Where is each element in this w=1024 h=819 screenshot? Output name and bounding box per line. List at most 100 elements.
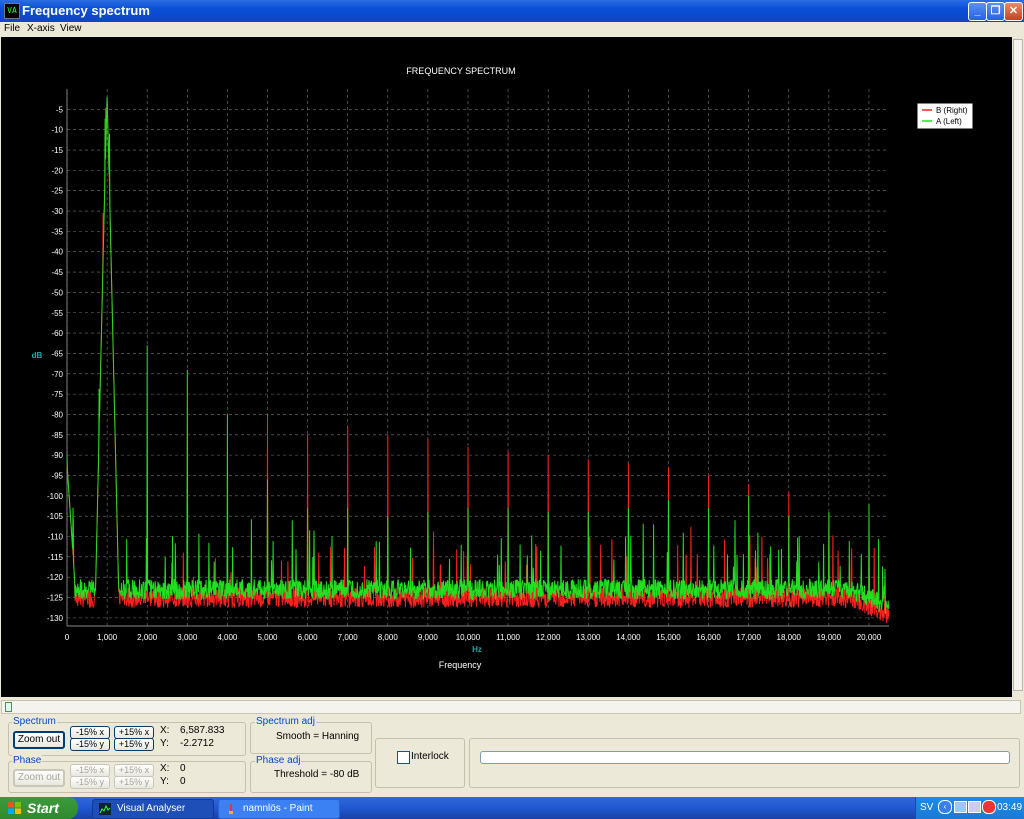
y-tick-label: -80 — [51, 410, 63, 419]
y-tick-label: -85 — [51, 431, 63, 440]
x-tick-label: 12,000 — [536, 633, 561, 642]
taskbar-item-label: namnlös - Paint — [243, 803, 313, 814]
taskbar-item-label: Visual Analyser — [117, 803, 186, 814]
y-tick-label: -35 — [51, 227, 63, 236]
phase-x-label: X: — [160, 763, 170, 774]
y-tick-label: -70 — [51, 370, 63, 379]
taskbar-paint[interactable]: namnlös - Paint — [218, 799, 340, 819]
y-tick-label: -15 — [51, 146, 63, 155]
language-indicator[interactable]: SV — [920, 802, 933, 813]
y-unit-label: dB — [32, 351, 43, 360]
menu-bar: File X-axis View — [0, 22, 1024, 36]
y-tick-label: -95 — [51, 471, 63, 480]
interlock-group — [375, 738, 465, 788]
minimize-button[interactable]: _ — [968, 2, 987, 21]
interlock-checkbox[interactable] — [397, 751, 410, 764]
horizontal-scrollbar[interactable] — [1, 700, 1021, 714]
phase-y-value: 0 — [180, 776, 186, 787]
close-button[interactable]: ✕ — [1004, 2, 1023, 21]
menu-file[interactable]: File — [4, 23, 20, 34]
y-tick-label: -10 — [51, 126, 63, 135]
tray-arrow-icon[interactable]: ‹ — [938, 800, 952, 814]
y-tick-label: -115 — [48, 553, 64, 562]
y-tick-label: -50 — [51, 288, 63, 297]
threshold-setting[interactable]: Threshold = -80 dB — [274, 769, 359, 780]
y-tick-label: -65 — [51, 349, 63, 358]
phase-x-value: 0 — [180, 763, 186, 774]
horizontal-scroll-thumb[interactable] — [5, 702, 12, 712]
y-tick-label: -40 — [51, 248, 63, 257]
phase-minus-y-button[interactable]: -15% y — [70, 776, 110, 789]
y-tick-label: -5 — [56, 105, 64, 114]
smooth-setting[interactable]: Smooth = Hanning — [276, 731, 359, 742]
x-tick-label: 9,000 — [418, 633, 439, 642]
phase-zoom-out-button[interactable]: Zoom out — [13, 769, 65, 787]
phase-plus-y-button[interactable]: +15% y — [114, 776, 154, 789]
phase-group-label: Phase — [12, 755, 43, 766]
start-button[interactable]: Start — [0, 797, 78, 819]
spectrum-y-label: Y: — [160, 738, 169, 749]
chart-grid — [66, 89, 889, 627]
series-b-right-line — [66, 97, 890, 623]
x-tick-label: 7,000 — [338, 633, 359, 642]
vertical-scrollbar[interactable] — [1012, 37, 1024, 697]
spectrum-chart-panel[interactable]: 0 1,000 2,000 3,000 4,000 5,000 6,000 7,000 8,00… — [1, 37, 1012, 697]
y-tick-label: -20 — [51, 166, 63, 175]
menu-x-axis[interactable]: X-axis — [27, 23, 55, 34]
x-tick-label: 0 — [65, 633, 70, 642]
spectrum-minus-y-button[interactable]: -15% y — [70, 738, 110, 751]
y-tick-label: -120 — [47, 573, 64, 582]
paint-icon — [229, 804, 233, 814]
x-tick-label: 2,000 — [137, 633, 158, 642]
spectrum-group-label: Spectrum — [12, 716, 57, 727]
menu-view[interactable]: View — [60, 23, 82, 34]
y-tick-label: -90 — [51, 451, 63, 460]
spectrum-adj-label: Spectrum adj — [255, 716, 316, 727]
phase-adj-label: Phase adj — [255, 755, 302, 766]
clock: 03:49 — [997, 802, 1023, 813]
y-tick-label: -110 — [48, 533, 64, 542]
spectrum-plus-y-button[interactable]: +15% y — [114, 738, 154, 751]
security-alert-icon[interactable] — [982, 800, 996, 814]
system-tray: SV ‹ 03:49 — [915, 797, 1024, 819]
y-tick-label: -60 — [51, 329, 63, 338]
x-tick-label: 20,000 — [857, 633, 882, 642]
x-tick-label: 14,000 — [616, 633, 641, 642]
windows-logo-icon — [8, 802, 21, 814]
spectrum-chart[interactable]: 0 1,000 2,000 3,000 4,000 5,000 6,000 7,000 8,00… — [1, 37, 1012, 697]
legend: B (Right) A (Left) — [916, 102, 974, 130]
monitor-icon[interactable] — [968, 801, 981, 813]
app-icon[interactable]: VA — [4, 3, 20, 19]
network-icon[interactable] — [954, 801, 967, 813]
window-title: Frequency spectrum — [22, 3, 150, 18]
start-label: Start — [27, 800, 59, 816]
x-unit-label: Hz — [472, 645, 482, 654]
x-tick-label: 6,000 — [298, 633, 319, 642]
x-tick-label: 3,000 — [177, 633, 198, 642]
maximize-button[interactable]: ❐ — [986, 2, 1005, 21]
x-tick-label: 13,000 — [576, 633, 601, 642]
interlock-label: Interlock — [411, 751, 449, 762]
x-tick-label: 15,000 — [656, 633, 681, 642]
taskbar-visual-analyser[interactable]: Visual Analyser — [92, 799, 214, 819]
y-tick-label: -105 — [47, 512, 64, 521]
chart-title: FREQUENCY SPECTRUM — [406, 66, 515, 76]
spectrum-zoom-out-button[interactable]: Zoom out — [13, 731, 65, 749]
vertical-scroll-thumb[interactable] — [1013, 39, 1023, 691]
x-tick-label: 18,000 — [777, 633, 802, 642]
x-tick-label: 5,000 — [257, 633, 278, 642]
y-tick-label: -45 — [51, 268, 63, 277]
x-tick-label: 16,000 — [696, 633, 721, 642]
x-tick-label: 10,000 — [456, 633, 481, 642]
title-bar[interactable]: VA Frequency spectrum _ ❐ ✕ — [0, 0, 1024, 22]
x-tick-label: 11,000 — [496, 633, 520, 642]
taskbar: Start Visual Analyser namnlös - Paint SV… — [0, 797, 1024, 819]
y-tick-label: -25 — [51, 187, 63, 196]
legend-a-left: A (Left) — [936, 117, 962, 126]
x-tick-label: 19,000 — [817, 633, 842, 642]
x-axis-label: Frequency — [439, 660, 482, 670]
spectrum-x-label: X: — [160, 725, 170, 736]
legend-b-right: B (Right) — [936, 106, 968, 115]
y-tick-label: -100 — [47, 492, 64, 501]
x-tick-label: 1,000 — [97, 633, 118, 642]
